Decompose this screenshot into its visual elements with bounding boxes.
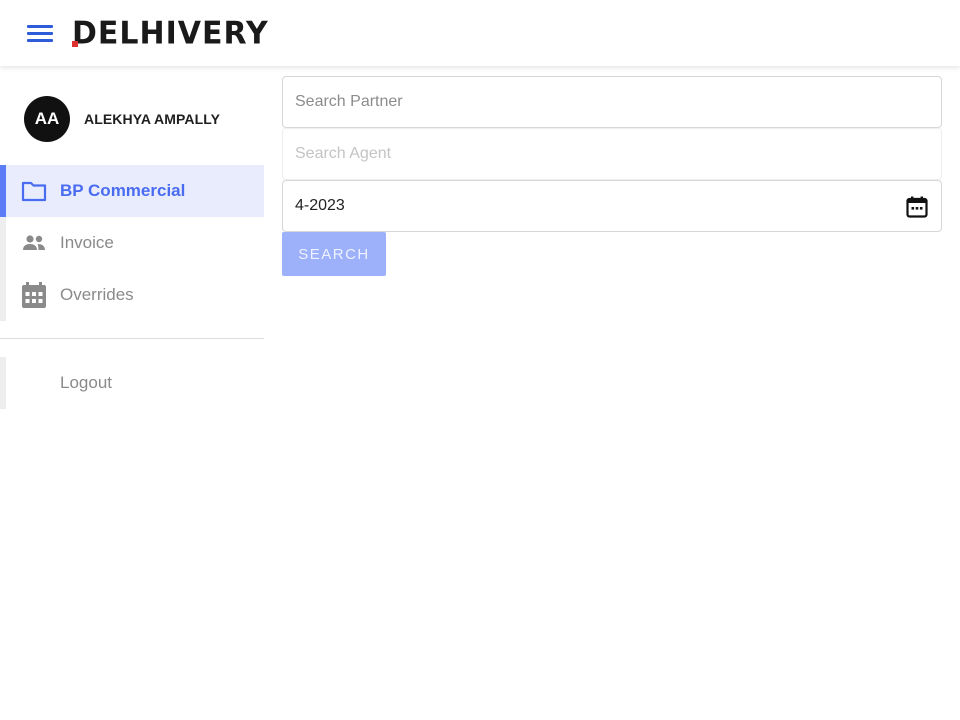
search-partner-input[interactable] xyxy=(283,77,941,127)
search-button[interactable]: SEARCH xyxy=(282,232,386,276)
people-icon xyxy=(20,229,48,257)
sidebar-item-label: Overrides xyxy=(60,285,134,304)
search-form: SEARCH xyxy=(282,76,942,276)
month-picker-field xyxy=(282,180,942,232)
search-agent-input[interactable] xyxy=(283,129,941,179)
hamburger-menu-icon[interactable] xyxy=(24,21,56,47)
logo-text: DELHIVERY xyxy=(72,15,269,52)
calendar-icon xyxy=(20,281,48,309)
sidebar-item-invoice[interactable]: Invoice xyxy=(0,217,264,269)
avatar[interactable]: AA xyxy=(24,96,70,142)
logout-button[interactable]: Logout xyxy=(0,357,264,409)
delhivery-logo[interactable]: DELHIVERY xyxy=(72,15,269,52)
search-agent-field xyxy=(282,128,942,180)
folder-icon xyxy=(20,177,48,205)
user-profile: AA ALEKHYA AMPALLY xyxy=(24,96,220,142)
sidebar-item-label: Invoice xyxy=(60,233,114,252)
logo-accent-mark xyxy=(72,41,78,47)
profile-name: ALEKHYA AMPALLY xyxy=(84,111,221,127)
search-partner-field xyxy=(282,76,942,128)
sidebar-nav: BP Commercial Invoice Overrides xyxy=(0,165,264,321)
sidebar-divider xyxy=(0,338,264,339)
month-input[interactable] xyxy=(283,181,941,231)
logout-label: Logout xyxy=(60,373,112,392)
sidebar: AA ALEKHYA AMPALLY BP Commercial Invoice xyxy=(0,66,264,720)
sidebar-item-bp-commercial[interactable]: BP Commercial xyxy=(0,165,264,217)
sidebar-item-label: BP Commercial xyxy=(60,181,186,200)
top-bar: DELHIVERY xyxy=(0,0,960,66)
calendar-icon[interactable] xyxy=(905,195,929,219)
sidebar-item-overrides[interactable]: Overrides xyxy=(0,269,264,321)
